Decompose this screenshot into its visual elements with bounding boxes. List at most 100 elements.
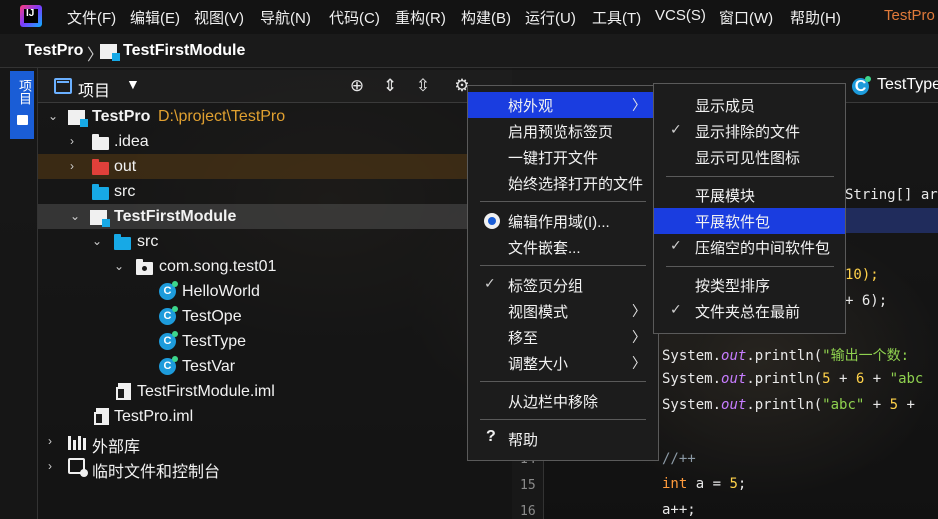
chevron-down-icon[interactable]: ⌄ [70,209,80,223]
menu-view[interactable]: 视图(V) [194,7,244,28]
menu-tools[interactable]: 工具(T) [592,7,641,28]
code-line[interactable]: String[] ar [845,187,938,203]
chevron-right-icon: 〉 [632,303,646,319]
tree-row-idea[interactable]: › .idea [38,129,512,154]
tree-row-package[interactable]: ⌄ com.song.test01 [38,254,512,279]
chevron-right-icon[interactable]: › [70,159,74,173]
scratch-icon [68,458,88,477]
tree-row-external-libs[interactable]: › 外部库 [38,429,512,456]
menu-item-remove-from-sidebar[interactable]: 从边栏中移除 [468,388,658,414]
breadcrumb-project[interactable]: TestPro [25,42,83,60]
menu-separator [480,419,646,420]
collapse-all-icon[interactable]: ⇳ [413,76,433,96]
menu-item-tree-appearance[interactable]: 树外观 〉 [468,92,658,118]
menu-separator [666,176,834,177]
chevron-down-icon[interactable]: ⌄ [114,259,124,273]
project-path: D:\project\TestPro [158,108,286,125]
tree-label: TestVar [182,358,236,375]
code-line[interactable]: System.out.println("abc" + 5 + [662,397,915,413]
tree-row-src[interactable]: src [38,179,512,204]
tree-label: TestOpe [182,308,242,325]
menu-item-always-select-open-file[interactable]: 始终选择打开的文件 [468,170,658,196]
menu-window[interactable]: 窗口(W) [719,7,773,28]
tree-row-class[interactable]: C TestType [38,329,512,354]
menu-item-compact-middle-packages[interactable]: ✓ 压缩空的中间软件包 [654,234,845,260]
menu-vcs[interactable]: VCS(S) [655,7,706,24]
menu-item-sort-by-type[interactable]: 按类型排序 [654,272,845,298]
locate-file-icon[interactable]: ⊕ [347,76,367,96]
menu-item-show-members[interactable]: 显示成员 [654,92,845,118]
tree-row-module-iml[interactable]: TestFirstModule.iml [38,379,512,404]
tree-row-class[interactable]: C TestOpe [38,304,512,329]
tree-label: .idea [114,133,149,150]
java-class-icon: C [159,331,178,350]
tree-row-root[interactable]: ⌄ TestPro D:\project\TestPro [38,104,512,129]
menu-item-show-visibility-icons[interactable]: 显示可见性图标 [654,144,845,170]
menu-item-folders-always-on-top[interactable]: ✓ 文件夹总在最前 [654,298,845,324]
tree-row-class[interactable]: C TestVar [38,354,512,379]
code-comment[interactable]: //++ [662,451,696,467]
menu-navigate[interactable]: 导航(N) [260,7,311,28]
tree-row-out[interactable]: › out [38,154,512,179]
menu-code[interactable]: 代码(C) [329,7,380,28]
menu-item-resize[interactable]: 调整大小 〉 [468,350,658,376]
menu-edit[interactable]: 编辑(E) [130,7,180,28]
menu-refactor[interactable]: 重构(R) [395,7,446,28]
java-class-icon: C [159,306,178,325]
expand-all-icon[interactable]: ⇕ [380,76,400,96]
tree-row-class[interactable]: C HelloWorld [38,279,512,304]
tree-label: 临时文件和控制台 [92,464,221,481]
menu-separator [480,201,646,202]
library-icon [68,434,86,450]
chevron-right-icon[interactable]: › [48,434,52,448]
menu-separator [666,266,834,267]
tree-label: src [137,233,159,250]
tree-row-module-src[interactable]: ⌄ src [38,229,512,254]
tree-label: HelloWorld [182,283,260,300]
iml-file-icon [116,383,131,400]
code-line[interactable]: System.out.println("输出一个数: [662,345,909,365]
menu-item-help[interactable]: ? 帮助 [468,426,658,452]
menu-item-view-mode[interactable]: 视图模式 〉 [468,298,658,324]
code-line[interactable]: a++; [662,502,696,518]
menu-item-show-excluded-files[interactable]: ✓ 显示排除的文件 [654,118,845,144]
project-panel-title[interactable]: 项目 [78,77,110,101]
menu-item-preview-tab[interactable]: 启用预览标签页 [468,118,658,144]
breadcrumb-module[interactable]: TestFirstModule [123,42,245,60]
menu-item-move-to[interactable]: 移至 〉 [468,324,658,350]
project-tool-tab[interactable]: 项目 [10,71,34,139]
menu-file[interactable]: 文件(F) [67,7,116,28]
menu-item-edit-scopes[interactable]: 编辑作用域(I)... [468,208,658,234]
chevron-down-icon[interactable]: ⌄ [48,109,58,123]
view-dropdown-chevron-down-icon[interactable]: ▼ [126,76,140,92]
code-line[interactable]: 10); [845,267,879,283]
code-line[interactable]: + 6); [845,293,887,309]
app-logo-icon[interactable]: IJ [20,5,42,27]
module-icon [90,210,110,227]
tree-row-module[interactable]: ⌄ TestFirstModule [38,204,512,229]
checkmark-icon: ✓ [670,237,682,253]
menu-item-flatten-modules[interactable]: 平展模块 [654,182,845,208]
code-line[interactable]: int a = 5; [662,476,746,492]
tree-row-project-iml[interactable]: TestPro.iml [38,404,512,429]
menu-item-file-nesting[interactable]: 文件嵌套... [468,234,658,260]
code-line[interactable]: System.out.println(5 + 6 + "abc [662,371,923,387]
tree-row-scratches[interactable]: › 临时文件和控制台 [38,454,512,481]
chevron-right-icon[interactable]: › [48,459,52,473]
tree-label: com.song.test01 [159,258,277,275]
radio-selected-icon [484,213,500,229]
menu-item-single-click-open[interactable]: 一键打开文件 [468,144,658,170]
menu-item-flatten-packages[interactable]: 平展软件包 [654,208,845,234]
checkmark-icon: ✓ [670,121,682,137]
chevron-down-icon[interactable]: ⌄ [92,234,102,248]
chevron-right-icon: 〉 [632,97,646,113]
menu-run[interactable]: 运行(U) [525,7,576,28]
menu-build[interactable]: 构建(B) [461,7,511,28]
module-icon [100,44,120,61]
iml-file-icon [94,408,109,425]
chevron-right-icon: 〉 [632,355,646,371]
menu-item-group-tabs[interactable]: ✓ 标签页分组 [468,272,658,298]
menu-help[interactable]: 帮助(H) [790,7,841,28]
chevron-right-icon[interactable]: › [70,134,74,148]
window-title: TestPro [884,7,935,24]
